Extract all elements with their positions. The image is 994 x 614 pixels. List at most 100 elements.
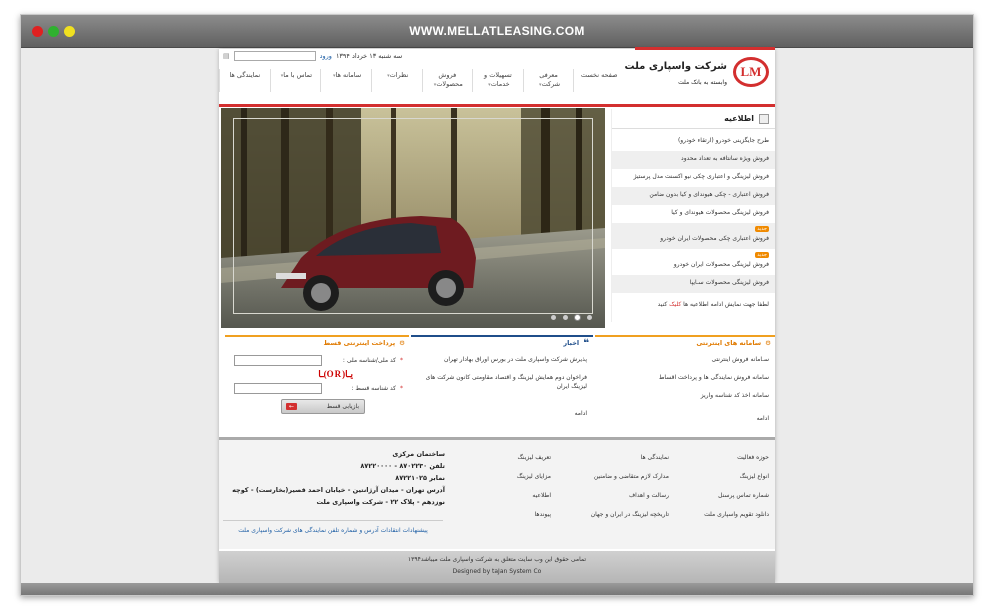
footer-link[interactable]: پیوندها [451,505,551,524]
announcement-icon [759,113,769,124]
slide-dot[interactable] [563,315,568,320]
footer-link[interactable]: دانلود تقویم واسپاری ملت [669,505,769,524]
contact-address: آدرس تهران - میدان آرژانتین - خیابان احم… [232,486,445,506]
address-text: WWW.MELLATLEASING.COM [409,24,585,38]
more-click-link[interactable]: کلیک [669,301,681,308]
image-slider[interactable] [221,108,605,328]
announcement-item[interactable]: طرح جایگزینی خودرو (ارتقاء خودرو) [612,133,775,151]
arrow-left-icon: ← [286,403,297,410]
system-link[interactable]: سامانه فروش نمایندگی ها و پرداخت اقساط [601,373,769,382]
announcement-text: طرح جایگزینی خودرو (ارتقاء خودرو) [677,137,769,144]
nav-label: سامانه ها [335,71,362,79]
login-input[interactable] [233,51,316,61]
news-section: ❝ اخبار پذیرش شرکت واسپاری ملت در بورس ا… [411,335,593,447]
browser-titlebar: WWW.MELLATLEASING.COM [21,15,973,48]
payment-id-label: کد شناسه قسط : [351,385,396,392]
footer-link[interactable]: رسالت و اهداف [559,486,669,505]
payment-header: ⚙ پرداخت اینترنتی قسط [225,335,409,349]
announcement-text: فروش لیزینگی و اعتباری چکی نیو اکسنت مدل… [633,173,769,180]
footer-bottom-links[interactable]: پیشنهادات انتقادات آدرس و شماره تلفن نما… [223,520,443,536]
company-name: شرکت واسپاری ملت [624,61,727,72]
announcement-item[interactable]: فروش اعتباری - چکی هیوندای و کیا بدون ضا… [612,187,775,205]
nav-agencies[interactable]: نمایندگی ها [219,69,270,92]
news-more-link[interactable]: ادامه [411,406,593,417]
nav-label: معرفی شرکت [539,71,561,88]
more-suffix: کنید [657,301,668,308]
footer-link[interactable]: مدارک لازم متقاضی و ضامنین [559,467,669,486]
nav-contact[interactable]: تماس با ما▾ [269,69,321,92]
new-badge: جدید [755,226,769,232]
footer-link[interactable]: نمایندگی ها [559,448,669,467]
nav-home[interactable]: صفحه نخست [573,69,624,92]
nav-comments[interactable]: نظرات▾ [370,69,422,92]
announcements-more: لطفا جهت نمایش ادامه اطلاعیه ها کلیک کنی… [612,293,775,316]
national-id-label: کد ملی/شناسه ملی : [342,357,396,364]
announcement-item[interactable]: فروش لیزینگی محصولات سـایپا [612,275,775,293]
footer-column-3: تعریف لیزینگ مزایای لیزینگ اطلاعیه پیوند… [451,448,551,524]
more-prefix: لطفا جهت نمایش ادامه اطلاعیه ها [683,301,769,308]
nav-label: صفحه نخست [580,71,618,79]
system-link[interactable]: سامانه اخذ کد شناسه واریز [601,391,769,400]
news-header: ❝ اخبار [411,335,593,349]
site-logo[interactable]: LM شرکت واسپاری ملت وابسته به بانک ملت [619,55,769,97]
nav-products[interactable]: فروش محصولات▾ [421,69,473,92]
login-icon[interactable]: ▤ [223,52,230,60]
required-star: * [400,357,403,364]
slide-dot[interactable] [587,315,592,320]
internet-systems-more-link[interactable]: ادامه [595,415,775,422]
login-link[interactable]: ورود [320,52,332,60]
slide-dot[interactable] [551,315,556,320]
main-navigation: صفحه نخست معرفی شرکت▾ تسهیلات و خدمات▾ ف… [219,69,624,92]
announcement-item[interactable]: فروش ویژه سانتافه به تعداد محدود [612,151,775,169]
section-title: اخبار [563,339,580,347]
contact-fax: نمابر ۸۷۲۲۱۰۲۵ [395,474,445,482]
required-star: * [400,385,403,392]
announcement-text: فروش اعتباری - چکی هیوندای و کیا بدون ضا… [649,191,769,198]
page-header: LM شرکت واسپاری ملت وابسته به بانک ملت س… [219,49,775,107]
footer-link[interactable]: تاریخچه لیزینگ در ایران و جهان [559,505,669,524]
footer-link[interactable]: مزایای لیزینگ [451,467,551,486]
national-id-input[interactable] [234,355,322,366]
nav-label: فروش محصولات [436,71,463,88]
internet-systems-section: ⚙ سامانه های اینترنتی سـامانه فروش اینتر… [595,335,775,447]
footer-column-2: نمایندگی ها مدارک لازم متقاضی و ضامنین ر… [559,448,669,524]
contact-title: ساختمان مرکزی [392,450,445,458]
contact-phone: تلفن ۸۷۰۲۲۳۰ - ۸۷۲۲۰۰۰۰ [360,462,445,470]
designer-credit: Designed by taJan System Co [452,568,542,575]
nav-systems[interactable]: سامانه ها▾ [320,69,371,92]
nav-label: تماس با ما [283,71,313,79]
footer-link[interactable]: حوزه فعالیت [669,448,769,467]
announcement-text: فروش لیزینگی محصولات سـایپا [689,279,769,286]
news-link[interactable]: پذیرش شرکت واسپاری ملت در بورس اوراق بها… [417,355,587,364]
browser-window: WWW.MELLATLEASING.COM LM شرکت واسپاری مل… [20,14,974,596]
news-link[interactable]: فراخوان دوم همایش لیزینگ و اقتصاد مقاومت… [417,373,587,391]
nav-about[interactable]: معرفی شرکت▾ [522,69,574,92]
footer-link[interactable]: شماره تماس پرسنل [669,486,769,505]
footer-link[interactable]: تعریف لیزینگ [451,448,551,467]
announcement-item[interactable]: فروش لیزینگی محصولات هیوندای و کیا [612,205,775,223]
slider-pagination [551,315,592,320]
footer-link[interactable]: اطلاعیه [451,486,551,505]
announcement-item[interactable]: جدید فروش لیزینگی محصولات ایران خودرو [612,249,775,275]
announcements-title: اطلاعیه [724,114,754,123]
payment-id-input[interactable] [234,383,322,394]
footer-contact: ساختمان مرکزی تلفن ۸۷۰۲۲۳۰ - ۸۷۲۲۰۰۰۰ نم… [225,448,445,508]
web-page: LM شرکت واسپاری ملت وابسته به بانک ملت س… [219,47,775,583]
footer-link[interactable]: انواع لیزینگ [669,467,769,486]
system-link[interactable]: سـامانه فروش اینترنتی [601,355,769,364]
section-title: سامانه های اینترنتی [696,339,762,347]
button-label: بازیابی قسط [326,403,359,410]
slide-dot-active[interactable] [575,315,580,320]
announcements-panel: اطلاعیه طرح جایگزینی خودرو (ارتقاء خودرو… [611,109,775,322]
retrieve-installment-button[interactable]: بازیابی قسط ← [281,399,365,414]
announcement-item[interactable]: جدید فروش اعتباری چکی محصولات ایران خودرو [612,223,775,249]
announcement-text: فروش ویژه سانتافه به تعداد محدود [681,155,769,162]
announcement-text: فروش لیزینگی محصولات ایران خودرو [673,261,769,268]
announcements-header: اطلاعیه [612,109,775,129]
browser-bottom-bar [21,583,973,595]
gear-icon: ⚙ [399,339,405,347]
new-badge: جدید [755,252,769,258]
internet-systems-header: ⚙ سامانه های اینترنتی [595,335,775,349]
announcement-item[interactable]: فروش لیزینگی و اعتباری چکی نیو اکسنت مدل… [612,169,775,187]
nav-facilities[interactable]: تسهیلات و خدمات▾ [472,69,523,92]
